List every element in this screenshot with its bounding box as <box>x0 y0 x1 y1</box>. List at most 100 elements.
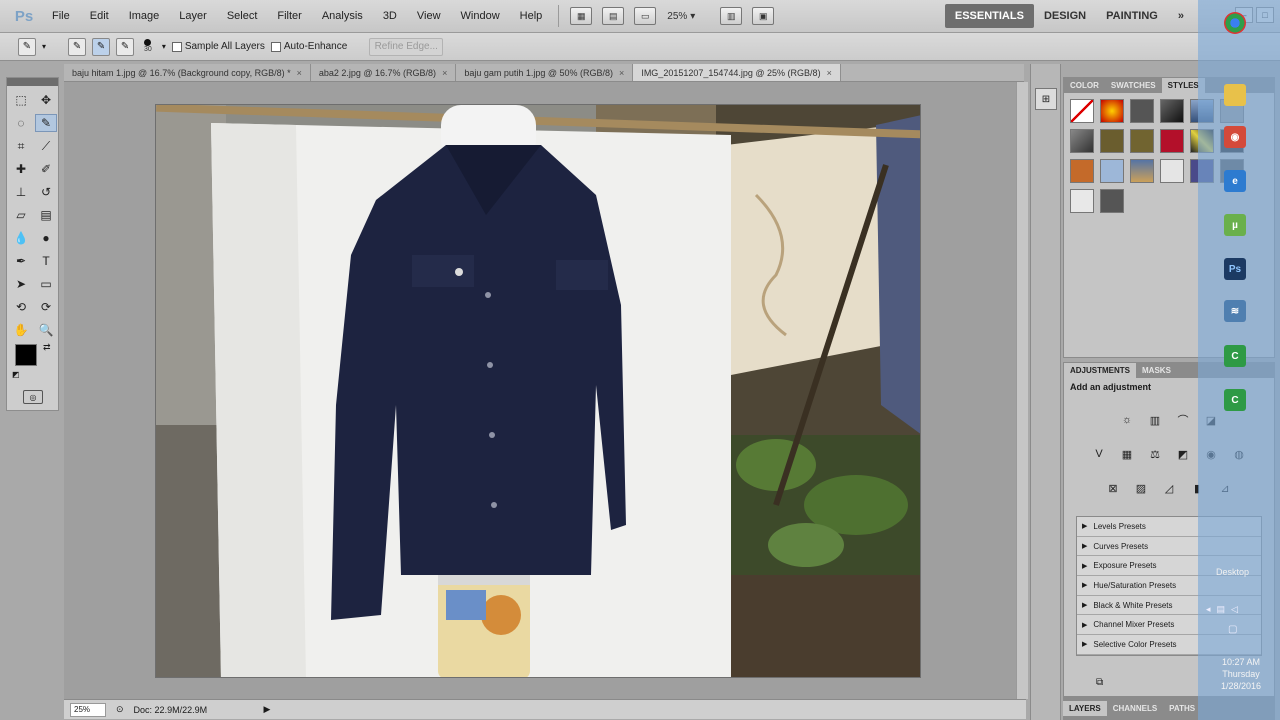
type-tool-icon[interactable]: T <box>35 252 57 270</box>
zoom-tool-icon[interactable]: 🔍 <box>35 321 57 339</box>
style-swatch[interactable] <box>1130 159 1154 183</box>
tab-adjustments[interactable]: ADJUSTMENTS <box>1064 363 1137 378</box>
launch-bridge-icon[interactable]: ▦ <box>570 7 593 25</box>
auto-enhance-checkbox[interactable]: Auto-Enhance <box>270 41 347 52</box>
menu-view[interactable]: View <box>407 0 451 33</box>
eyedropper-tool-icon[interactable]: ⟋ <box>35 137 57 155</box>
menu-file[interactable]: File <box>42 0 80 33</box>
tool-preset-icon[interactable]: ✎ <box>18 37 36 56</box>
media-app-icon[interactable]: ≋ <box>1224 300 1246 322</box>
sample-all-layers-checkbox[interactable]: Sample All Layers <box>171 41 265 52</box>
expand-arrow-icon[interactable]: ▶ <box>1082 601 1087 609</box>
rectangle-tool-icon[interactable]: ▭ <box>35 275 57 293</box>
style-swatch[interactable] <box>1070 159 1094 183</box>
menu-3d[interactable]: 3D <box>373 0 407 33</box>
camtasia-studio-icon[interactable]: C <box>1224 389 1246 411</box>
curves-icon[interactable]: ⌒ <box>1173 410 1193 430</box>
posterize-icon[interactable]: ▨ <box>1131 478 1151 498</box>
close-icon[interactable]: × <box>827 64 832 81</box>
menu-image[interactable]: Image <box>119 0 170 33</box>
style-swatch[interactable] <box>1100 129 1124 153</box>
panel-footer-icon[interactable]: ⧉ <box>1096 677 1103 688</box>
expand-arrow-icon[interactable]: ▶ <box>1082 640 1087 648</box>
black-white-icon[interactable]: ◩ <box>1173 444 1193 464</box>
tab-channels[interactable]: CHANNELS <box>1107 701 1163 716</box>
menu-filter[interactable]: Filter <box>267 0 311 33</box>
quick-mask-icon[interactable]: ◎ <box>23 390 43 404</box>
status-menu-icon[interactable]: ⊙ <box>116 704 124 715</box>
folder-icon[interactable] <box>1224 84 1246 106</box>
tab-paths[interactable]: PATHS <box>1163 701 1201 716</box>
menu-analysis[interactable]: Analysis <box>312 0 373 33</box>
tab-color[interactable]: COLOR <box>1064 78 1105 93</box>
workspace-painting[interactable]: PAINTING <box>1096 4 1168 28</box>
browser-icon[interactable]: ◉ <box>1224 126 1246 148</box>
document-tab-active[interactable]: IMG_20151207_154744.jpg @ 25% (RGB/8) × <box>633 64 841 81</box>
crop-tool-icon[interactable]: ⌗ <box>10 137 32 155</box>
healing-brush-tool-icon[interactable]: ✚ <box>10 160 32 178</box>
foreground-color-swatch[interactable] <box>15 344 37 366</box>
system-clock[interactable]: 10:27 AM Thursday 1/28/2016 <box>1206 656 1276 692</box>
panel-header[interactable] <box>7 78 58 86</box>
expand-arrow-icon[interactable]: ▶ <box>1082 542 1087 550</box>
screen-mode-icon[interactable]: ▣ <box>752 7 775 25</box>
document-tab[interactable]: aba2 2.jpg @ 16.7% (RGB/8) × <box>311 64 457 81</box>
menu-layer[interactable]: Layer <box>169 0 217 33</box>
style-none[interactable] <box>1070 99 1094 123</box>
path-selection-tool-icon[interactable]: ➤ <box>10 275 32 293</box>
style-swatch[interactable] <box>1130 129 1154 153</box>
action-center-icon[interactable]: ▢ <box>1228 624 1237 635</box>
expand-arrow-icon[interactable]: ▶ <box>1082 522 1087 530</box>
menu-edit[interactable]: Edit <box>80 0 119 33</box>
document-tab[interactable]: baju gam putih 1.jpg @ 50% (RGB/8) × <box>456 64 634 81</box>
gradient-tool-icon[interactable]: ▤ <box>35 206 57 224</box>
vertical-scrollbar[interactable] <box>1016 82 1028 699</box>
subtract-from-selection-icon[interactable]: ✎ <box>116 37 135 56</box>
menu-help[interactable]: Help <box>510 0 553 33</box>
blur-tool-icon[interactable]: 💧 <box>10 229 32 247</box>
mini-bridge-icon[interactable]: ▤ <box>602 7 625 25</box>
document-tab[interactable]: baju hitam 1.jpg @ 16.7% (Background cop… <box>64 64 311 81</box>
refine-edge-button[interactable]: Refine Edge... <box>369 37 444 56</box>
menu-window[interactable]: Window <box>451 0 510 33</box>
vibrance-icon[interactable]: V <box>1089 444 1109 464</box>
internet-explorer-icon[interactable]: e <box>1224 170 1246 192</box>
color-balance-icon[interactable]: ⚖ <box>1145 444 1165 464</box>
style-swatch[interactable] <box>1160 159 1184 183</box>
clone-stamp-tool-icon[interactable]: ⊥ <box>10 183 32 201</box>
view-extras-icon[interactable]: ▭ <box>634 7 657 25</box>
photoshop-app-icon[interactable]: Ps <box>1224 258 1246 280</box>
torrent-icon[interactable]: µ <box>1224 214 1246 236</box>
workspace-more[interactable]: » <box>1168 4 1194 28</box>
status-arrow-icon[interactable]: ▶ <box>264 704 271 715</box>
move-tool-icon[interactable]: ✥ <box>35 91 57 109</box>
style-swatch[interactable] <box>1100 189 1124 213</box>
invert-icon[interactable]: ⊠ <box>1103 478 1123 498</box>
history-panel-icon[interactable]: ⊞ <box>1035 88 1057 110</box>
default-colors-icon[interactable]: ◩ <box>12 370 20 379</box>
arrow-left-icon[interactable]: ◂ <box>1206 604 1211 615</box>
hand-tool-icon[interactable]: ✋ <box>10 321 32 339</box>
3d-rotate-tool-icon[interactable]: ⟲ <box>10 298 32 316</box>
add-to-selection-icon[interactable]: ✎ <box>92 37 111 56</box>
zoom-level-select[interactable]: 25% ▾ <box>667 11 715 22</box>
tab-swatches[interactable]: SWATCHES <box>1105 78 1162 93</box>
style-swatch[interactable] <box>1100 99 1124 123</box>
brush-picker[interactable]: 30 <box>144 39 152 54</box>
canvas-area[interactable] <box>64 82 1026 699</box>
expand-arrow-icon[interactable]: ▶ <box>1082 581 1087 589</box>
document-image[interactable] <box>155 104 921 678</box>
lasso-tool-icon[interactable]: ◌ <box>10 114 32 132</box>
chevron-down-icon[interactable]: ▾ <box>42 42 46 51</box>
marquee-tool-icon[interactable]: ⬚ <box>10 91 32 109</box>
tab-layers[interactable]: LAYERS <box>1063 701 1107 716</box>
network-icon[interactable]: ▤ <box>1217 604 1226 615</box>
style-swatch[interactable] <box>1070 129 1094 153</box>
pen-tool-icon[interactable]: ✒ <box>10 252 32 270</box>
checkbox-box[interactable] <box>270 41 281 52</box>
tab-masks[interactable]: MASKS <box>1136 363 1177 378</box>
eraser-tool-icon[interactable]: ▱ <box>10 206 32 224</box>
checkbox-box[interactable] <box>171 41 182 52</box>
menu-select[interactable]: Select <box>217 0 268 33</box>
camtasia-recorder-icon[interactable]: C <box>1224 345 1246 367</box>
